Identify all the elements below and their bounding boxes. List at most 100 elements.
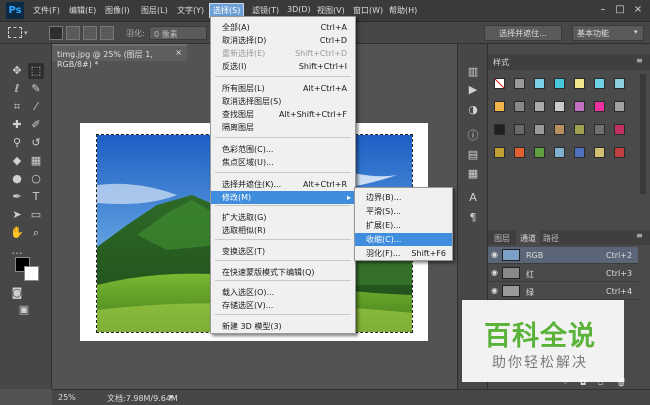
pen-tool-icon[interactable]: ✒: [9, 189, 25, 205]
select-menu-item[interactable]: 反选(I) Shift+Ctrl+I: [211, 60, 355, 73]
select-menu-item[interactable]: 取消选择图层(S): [211, 95, 355, 108]
eraser-tool-icon[interactable]: ◆: [9, 153, 25, 169]
hand-tool-icon[interactable]: ✋: [9, 225, 25, 241]
styles-panel-title[interactable]: 样式: [493, 57, 509, 68]
style-swatch[interactable]: [594, 147, 605, 158]
stamp-tool-icon[interactable]: ⚲: [9, 135, 25, 151]
style-swatch[interactable]: [534, 101, 545, 112]
select-menu-item[interactable]: 选择并遮住(K)... Alt+Ctrl+R: [211, 178, 355, 191]
style-swatch[interactable]: [514, 124, 525, 135]
style-swatch[interactable]: [574, 78, 585, 89]
blur-tool-icon[interactable]: ●: [9, 171, 25, 187]
properties-icon[interactable]: ▤: [465, 147, 481, 163]
select-menu-item[interactable]: 扩大选取(G): [211, 211, 355, 224]
info-icon[interactable]: ⓘ: [465, 128, 481, 144]
style-swatch[interactable]: [494, 101, 505, 112]
select-menu-item[interactable]: 所有图层(L) Alt+Ctrl+A: [211, 82, 355, 95]
select-menu-item[interactable]: 选取相似(R): [211, 224, 355, 237]
style-swatch[interactable]: [534, 78, 545, 89]
select-menu-item[interactable]: 变换选区(T): [211, 245, 355, 258]
chevron-down-icon[interactable]: ▾: [634, 28, 638, 36]
modify-menu-item[interactable]: 收缩(C)...: [355, 233, 452, 246]
type-tool-icon[interactable]: T: [28, 189, 44, 205]
style-swatch[interactable]: [514, 78, 525, 89]
histogram-icon[interactable]: ▥: [465, 64, 481, 80]
quick-select-icon[interactable]: ✎: [28, 81, 44, 97]
style-swatch[interactable]: [494, 124, 505, 135]
zoom-tool-icon[interactable]: ⌕: [28, 225, 44, 241]
style-swatch[interactable]: [514, 101, 525, 112]
play-action-icon[interactable]: ▶: [465, 82, 481, 98]
modify-menu-item[interactable]: 羽化(F)... Shift+F6: [355, 247, 452, 260]
select-menu-item[interactable]: 存储选区(V)...: [211, 299, 355, 312]
select-menu-item[interactable]: 隔离图层: [211, 121, 355, 134]
status-menu-icon[interactable]: ▸: [170, 392, 174, 401]
menu-3d[interactable]: 3D(D): [284, 4, 314, 15]
select-menu-item[interactable]: 重新选择(E) Shift+Ctrl+D: [211, 47, 355, 60]
style-swatch[interactable]: [554, 124, 565, 135]
select-menu-item[interactable]: 取消选择(D) Ctrl+D: [211, 34, 355, 47]
quick-mask-icon[interactable]: ◙: [9, 285, 25, 301]
intersect-selection-icon[interactable]: [100, 26, 114, 40]
panel-menu-icon[interactable]: ≡: [636, 231, 643, 240]
styles-scrollbar[interactable]: [640, 74, 646, 194]
healing-brush-icon[interactable]: ✚: [9, 117, 25, 133]
marquee-tool-icon[interactable]: ⬚: [28, 63, 44, 79]
paragraph-icon[interactable]: ¶: [465, 210, 481, 226]
gradient-tool-icon[interactable]: ▦: [28, 153, 44, 169]
channel-row-green[interactable]: ◉ 绿 Ctrl+4: [488, 283, 638, 300]
select-menu-item[interactable]: 修改(M) ▸: [211, 191, 355, 204]
style-swatch[interactable]: [594, 101, 605, 112]
document-tab[interactable]: timg.jpg @ 25% (图层 1, RGB/8#) * ×: [52, 44, 187, 69]
style-swatch[interactable]: [534, 124, 545, 135]
modify-menu-item[interactable]: 扩展(E)...: [355, 219, 452, 232]
menu-layer[interactable]: 图层(L): [138, 4, 171, 17]
style-swatch[interactable]: [534, 147, 545, 158]
style-swatch[interactable]: [594, 124, 605, 135]
style-swatch[interactable]: [494, 147, 505, 158]
style-swatch[interactable]: [574, 101, 585, 112]
move-tool-icon[interactable]: ✥: [9, 63, 25, 79]
style-swatch[interactable]: [614, 78, 625, 89]
subtract-selection-icon[interactable]: [83, 26, 97, 40]
select-menu-item[interactable]: 查找图层 Alt+Shift+Ctrl+F: [211, 108, 355, 121]
screen-mode-icon[interactable]: ▣: [16, 302, 32, 318]
style-swatch[interactable]: [574, 147, 585, 158]
style-swatch[interactable]: [614, 124, 625, 135]
character-icon[interactable]: A: [465, 190, 481, 206]
select-menu-item[interactable]: 全部(A) Ctrl+A: [211, 21, 355, 34]
dodge-tool-icon[interactable]: ○: [28, 171, 44, 187]
menu-file[interactable]: 文件(F): [30, 4, 63, 17]
shape-tool-icon[interactable]: ▭: [28, 207, 44, 223]
style-swatch[interactable]: [554, 147, 565, 158]
select-menu-item[interactable]: 新建 3D 模型(3): [211, 320, 355, 333]
background-color[interactable]: [24, 266, 39, 281]
menu-type[interactable]: 文字(Y): [174, 4, 207, 17]
brush-tool-icon[interactable]: ✐: [28, 117, 44, 133]
new-selection-icon[interactable]: [49, 26, 63, 40]
tab-layers[interactable]: 图层: [494, 233, 510, 244]
tab-close-icon[interactable]: ×: [175, 48, 182, 57]
style-swatch[interactable]: [554, 101, 565, 112]
style-swatch[interactable]: [574, 124, 585, 135]
panel-menu-icon[interactable]: ≡: [636, 56, 643, 65]
modify-menu-item[interactable]: 平滑(S)...: [355, 205, 452, 218]
eye-icon[interactable]: ◉: [491, 250, 498, 259]
close-icon[interactable]: ×: [631, 3, 645, 17]
select-menu-item[interactable]: 载入选区(O)...: [211, 286, 355, 299]
style-swatch[interactable]: [614, 101, 625, 112]
eyedropper-icon[interactable]: ⁄: [28, 99, 44, 115]
add-selection-icon[interactable]: [66, 26, 80, 40]
modify-menu-item[interactable]: 边界(B)...: [355, 191, 452, 204]
menu-image[interactable]: 图像(I): [102, 4, 133, 17]
history-brush-icon[interactable]: ↺: [28, 135, 44, 151]
style-swatch[interactable]: [514, 147, 525, 158]
style-swatch[interactable]: [594, 78, 605, 89]
chevron-down-icon[interactable]: ▾: [24, 29, 28, 37]
menu-help[interactable]: 帮助(H): [386, 4, 420, 17]
channel-row-rgb[interactable]: ◉ RGB Ctrl+2: [488, 247, 638, 264]
zoom-level[interactable]: 25%: [58, 393, 76, 402]
tab-channels[interactable]: 通道: [516, 230, 540, 245]
eye-icon[interactable]: ◉: [491, 286, 498, 295]
swatches-icon[interactable]: ▦: [465, 166, 481, 182]
